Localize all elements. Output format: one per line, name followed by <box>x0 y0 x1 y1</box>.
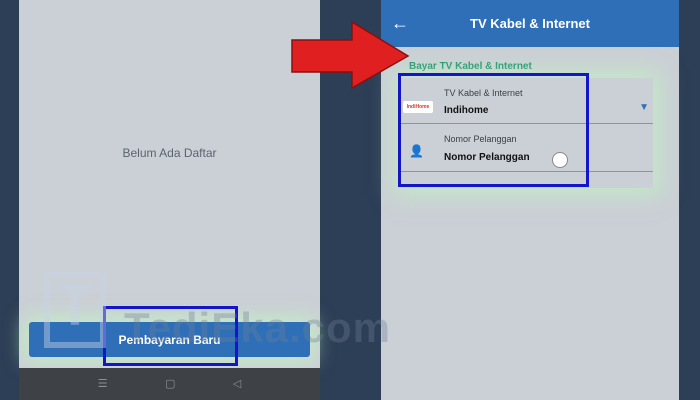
empty-list-text: Belum Ada Daftar <box>122 146 217 160</box>
back-triangle-icon[interactable]: ◁ <box>233 378 241 390</box>
chevron-down-icon[interactable]: ▼ <box>639 102 649 113</box>
menu-icon[interactable]: ☰ <box>98 378 108 390</box>
watermark-text: TediEka.com <box>124 304 391 351</box>
watermark-logo: T <box>44 272 106 348</box>
android-nav-bar: ☰ ▢ ◁ <box>19 368 320 400</box>
red-pointer-arrow-icon <box>291 20 410 90</box>
app-header: ← TV Kabel & Internet <box>381 0 679 47</box>
screenshot-stage: Belum Ada Daftar Pembayaran Baru ☰ ▢ ◁ ←… <box>0 0 700 400</box>
highlight-box-form <box>398 73 589 187</box>
right-phone-screen: ← TV Kabel & Internet Bayar TV Kabel & I… <box>381 0 679 400</box>
home-square-icon[interactable]: ▢ <box>165 378 175 390</box>
page-title: TV Kabel & Internet <box>470 16 590 31</box>
section-title: Bayar TV Kabel & Internet <box>409 61 532 72</box>
